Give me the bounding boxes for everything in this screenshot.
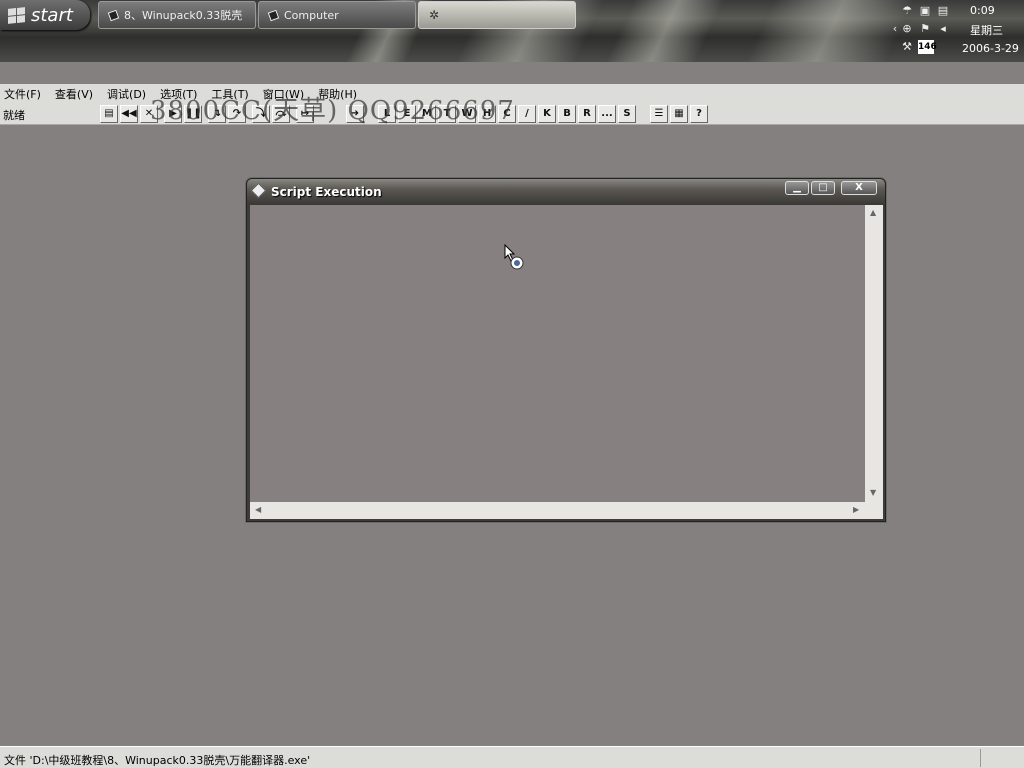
rewind-icon[interactable]: ◀◀ (120, 105, 138, 123)
network-status-icon[interactable]: ▣ (918, 4, 932, 18)
step-into-icon[interactable]: ↴ (208, 105, 226, 123)
tile-windows-icon[interactable]: ▦ (670, 105, 688, 123)
horizontal-scrollbar[interactable]: ◀ ▶ (250, 502, 865, 519)
scroll-left-icon[interactable]: ◀ (255, 505, 261, 514)
ime-icon[interactable]: ⊕ (900, 22, 914, 36)
vertical-scrollbar[interactable]: ▲ ▼ (865, 205, 883, 502)
wallpaper-streak (605, 0, 725, 62)
minimize-button[interactable]: ▁ (785, 181, 809, 195)
help-icon[interactable]: ? (690, 105, 708, 123)
menu-bar: 文件(F) 查看(V) 调试(D) 选项(T) 工具(T) 窗口(W) 帮助(H… (0, 84, 1024, 103)
tool-icon[interactable]: ⚒ (900, 40, 914, 54)
clock-day: 星期三 (970, 24, 1003, 37)
close-icon[interactable]: ✕ (140, 105, 158, 123)
toolbar-button-w[interactable]: W (458, 105, 476, 123)
toolbar-button-b[interactable]: B (558, 105, 576, 123)
toolbar-button-m[interactable]: M (418, 105, 436, 123)
menu-debug[interactable]: 调试(D) (107, 86, 146, 102)
trace-into-icon[interactable]: ⤵ (252, 105, 270, 123)
system-tray: ☂ ▣ ▤ ‹ ⊕ ⚑ ◂ ⚒ 146 0:09 星期三 2006-3-29 (893, 0, 1024, 62)
toolbar-button-s[interactable]: S (618, 105, 636, 123)
status-separator (980, 749, 981, 767)
calendar-badge[interactable]: 146 (918, 40, 937, 54)
task-label: 8、Winupack0.33脱壳 (124, 9, 243, 22)
flag-icon[interactable]: ⚑ (918, 22, 932, 36)
toolbar-button-k[interactable]: K (538, 105, 556, 123)
window-titlebar[interactable]: Script Execution ▁ □ X (247, 179, 885, 205)
toolbar-button-r[interactable]: R (578, 105, 596, 123)
toolbar-button-h[interactable]: H (478, 105, 496, 123)
toolbar-button-c[interactable]: C (498, 105, 516, 123)
trace-over-icon[interactable]: ⤼ (272, 105, 290, 123)
toolbar: 就绪 ▤ ◀◀ ✕ ▶ ❚❚ ↴ ↷ ⤵ ⤼ ↦ ➜ L E M T W H C… (0, 103, 1024, 125)
menu-help[interactable]: 帮助(H) (318, 86, 357, 102)
script-execution-window: Script Execution ▁ □ X ▲ ▼ ◀ ▶ (246, 178, 886, 522)
start-button[interactable]: start (0, 0, 90, 30)
window-app-icon[interactable] (250, 182, 267, 199)
window-title: Script Execution (271, 185, 382, 199)
toolbar-button-t[interactable]: T (438, 105, 456, 123)
window-icon (107, 9, 120, 21)
scroll-up-icon[interactable]: ▲ (870, 208, 876, 217)
menu-options[interactable]: 选项(T) (160, 86, 197, 102)
menu-tools[interactable]: 工具(T) (211, 86, 248, 102)
windows-flag-icon (8, 6, 25, 24)
app-sprite-icon: ✲ (429, 8, 440, 22)
task-label: Computer (284, 8, 339, 22)
taskbar-button-computer[interactable]: Computer (258, 1, 416, 29)
menu-view[interactable]: 查看(V) (55, 86, 93, 102)
scroll-right-icon[interactable]: ▶ (853, 505, 859, 514)
scrollbar-corner (865, 502, 883, 519)
goto-icon[interactable]: ➜ (346, 105, 364, 123)
toolbar-button-e[interactable]: E (398, 105, 416, 123)
status-bar: 文件 'D:\中级班教程\8、Winupack0.33脱壳\万能翻译器.exe' (0, 746, 1024, 768)
network-icon[interactable]: ☂ (900, 4, 914, 18)
pause-icon[interactable]: ❚❚ (184, 105, 202, 123)
scroll-down-icon[interactable]: ▼ (870, 488, 876, 497)
execute-till-return-icon[interactable]: ↦ (296, 105, 314, 123)
toolbar-button-ellipsis[interactable]: ... (598, 105, 616, 123)
step-over-icon[interactable]: ↷ (228, 105, 246, 123)
toolbar-button-l[interactable]: L (378, 105, 396, 123)
clock-date: 2006-3-29 (962, 42, 1019, 55)
toolbar-button-slash[interactable]: / (518, 105, 536, 123)
script-output-area[interactable] (250, 205, 865, 502)
taskbar-button-active[interactable]: ✲ (418, 1, 576, 29)
menu-window[interactable]: 窗口(W) (263, 86, 304, 102)
busy-cursor-icon (504, 244, 524, 270)
start-label: start (31, 4, 73, 26)
window-icon (267, 9, 280, 21)
close-button[interactable]: X (841, 181, 877, 195)
list-icon[interactable]: ☰ (650, 105, 668, 123)
status-file-path: 文件 'D:\中级班教程\8、Winupack0.33脱壳\万能翻译器.exe' (4, 754, 311, 767)
maximize-button[interactable]: □ (811, 181, 835, 195)
open-icon[interactable]: ▤ (100, 105, 118, 123)
display-icon[interactable]: ▤ (936, 4, 950, 18)
clock-time: 0:09 (970, 4, 995, 17)
menu-file[interactable]: 文件(F) (4, 86, 41, 102)
run-icon[interactable]: ▶ (164, 105, 182, 123)
ready-label: 就绪 (3, 109, 25, 122)
speaker-icon[interactable]: ◂ (936, 22, 950, 36)
taskbar: start 8、Winupack0.33脱壳 Computer ✲ ☂ ▣ ▤ … (0, 0, 1024, 62)
taskbar-button-winupack[interactable]: 8、Winupack0.33脱壳 (98, 1, 256, 29)
